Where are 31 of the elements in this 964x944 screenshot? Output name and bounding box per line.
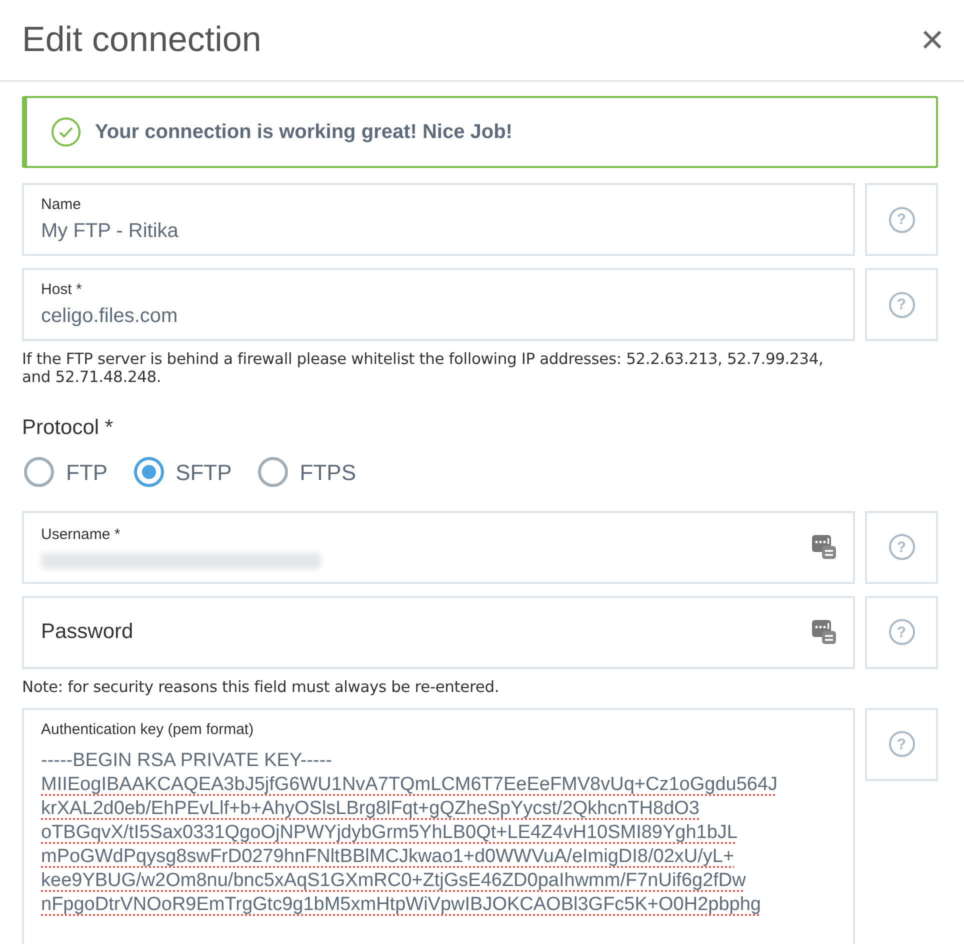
radio-option[interactable]: SFTP [134, 456, 232, 488]
check-circle-icon [51, 117, 81, 147]
input-field[interactable]: Password [22, 596, 855, 668]
field-value: celigo.files.com [41, 304, 179, 328]
password-placeholder: Password [41, 619, 134, 646]
banner-text: Your connection is working great! Nice Job! [95, 120, 512, 145]
field-note: Note: for security reasons this field must always be re-entered. [22, 678, 500, 696]
key-text-line: oTBGqvX/tI5Sax0331QgoOjNPWYjdybGrm5YhLB0Qt+LE4Z4vH10SMI89Ygh1bJL [41, 821, 738, 845]
field-note: If the FTP server is behind a firewall please whitelist the following IP addresses: 52.2.63.213, 52.7.99.234, and 52.71.48.248. [22, 350, 824, 386]
password-manager-icon[interactable] [812, 620, 836, 644]
field-label: Name [41, 194, 82, 214]
field-value: My FTP - Ritika [41, 218, 180, 244]
password-manager-icon[interactable] [812, 535, 836, 559]
key-field[interactable] [22, 708, 855, 944]
key-text-line: MIIEogIBAAKCAQEA3bJ5jfG6WU1NvA7TQmLCM6T7EeEeFMV8vUq+Cz1oGgdu564J [41, 773, 779, 797]
field-label: Host * [41, 280, 83, 300]
key-text-line: krXAL2d0eb/EhPEvLlf+b+AhyOSlsLBrg8lFqt+gQZheSpYycst/2QkhcnTH8dO3 [41, 797, 700, 821]
input-field[interactable]: Host * celigo.files.com [22, 268, 855, 341]
input-field[interactable]: Name My FTP - Ritika [22, 183, 855, 256]
key-text-line: -----BEGIN RSA PRIVATE KEY----- [41, 749, 334, 773]
key-text-line: nFpgoDtrVNOoR9EmTrgGtc9g1bM5xmHtpWiVpwIBJOKCAOBl3GFc5K+O0H2pbphg [41, 893, 762, 917]
key-text-line: mPoGWdPqysg8swFrD0279hnFNltBBlMCJkwao1+d0WWVuA/eImigDI8/02xU/yL+ [41, 845, 736, 869]
dialog-title: Edit connection [22, 18, 262, 61]
key-text-line: kee9YBUG/w2Om8nu/bnc5xAqS1GXmRC0+ZtjGsE46ZD0paIhwmm/F7nUif6g2fDw [41, 869, 747, 893]
field-label: Authentication key (pem format) [41, 720, 255, 740]
field-label: Username * [41, 525, 122, 545]
close-button[interactable]: × [920, 20, 944, 60]
radio-option[interactable]: FTP [24, 456, 108, 488]
input-field[interactable]: Username * [22, 510, 855, 584]
radio-option[interactable]: FTPS [258, 456, 356, 488]
protocol-label: Protocol * [22, 415, 114, 441]
